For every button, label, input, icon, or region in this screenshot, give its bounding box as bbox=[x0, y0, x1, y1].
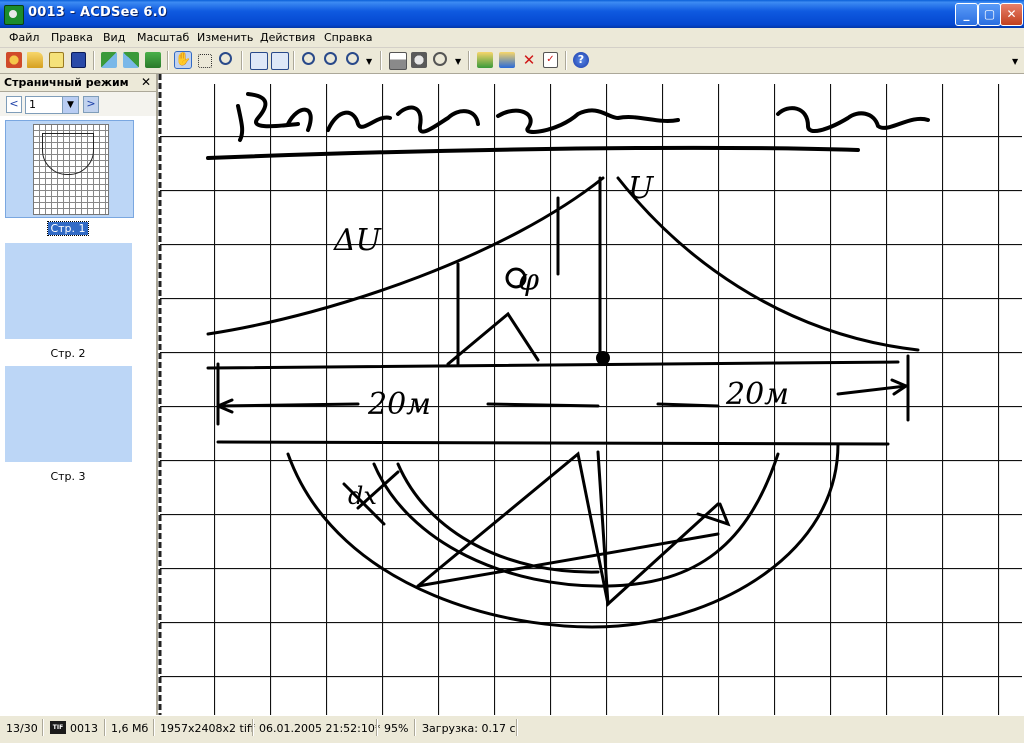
menu-file[interactable]: Файл bbox=[9, 31, 39, 44]
dx-label: dx bbox=[348, 482, 377, 510]
prev-image-icon[interactable] bbox=[101, 52, 117, 68]
rotate-left-icon[interactable] bbox=[250, 52, 268, 70]
zoom-dropdown-arrow-icon[interactable]: ▼ bbox=[366, 57, 372, 66]
toolbar: ✋ ▼ ▼ ✕ ✓ ? ▼ bbox=[0, 48, 1024, 74]
page-select-value: 1 bbox=[29, 98, 36, 111]
menu-zoom[interactable]: Масштаб bbox=[137, 31, 189, 44]
next-page-button[interactable]: > bbox=[83, 96, 99, 113]
toolbar-separator bbox=[565, 51, 567, 70]
status-datetime: 06.01.2005 21:52:10* bbox=[259, 722, 381, 735]
chevron-down-icon[interactable]: ▼ bbox=[62, 97, 78, 113]
wallpaper-dropdown-arrow-icon[interactable]: ▼ bbox=[455, 57, 461, 66]
open-folder-icon[interactable] bbox=[27, 52, 43, 68]
move-to-icon[interactable] bbox=[499, 52, 515, 68]
help-icon[interactable]: ? bbox=[573, 52, 589, 68]
hand-tool-icon[interactable]: ✋ bbox=[174, 51, 192, 69]
menu-view[interactable]: Вид bbox=[103, 31, 125, 44]
menu-actions[interactable]: Действия bbox=[260, 31, 315, 44]
zoom-tool-icon[interactable] bbox=[219, 52, 232, 65]
delta-u-label: ΔU bbox=[333, 223, 383, 258]
email-icon[interactable] bbox=[411, 52, 427, 68]
menu-modify[interactable]: Изменить bbox=[197, 31, 253, 44]
pane-close-icon[interactable]: ✕ bbox=[141, 75, 151, 89]
properties-icon[interactable]: ✓ bbox=[543, 52, 558, 68]
status-bar: 13/30 TIF 0013 1,6 Мб 1957x2408x2 tiff 0… bbox=[0, 715, 1024, 743]
toolbar-separator bbox=[380, 51, 382, 70]
tif-format-icon: TIF bbox=[50, 721, 66, 734]
acdsee-app-icon[interactable] bbox=[4, 5, 24, 25]
page-thumbnail-label[interactable]: Стр. 3 bbox=[0, 470, 136, 483]
toolbar-separator bbox=[93, 51, 95, 70]
pane-title: Страничный режим bbox=[4, 76, 129, 89]
image-index: 13/30 bbox=[6, 722, 38, 735]
distance-label-right: 20м bbox=[725, 377, 789, 412]
page-thumbnail-label[interactable]: Стр. 1 bbox=[0, 221, 136, 236]
status-separator bbox=[104, 719, 106, 736]
page-thumbnail-label[interactable]: Стр. 2 bbox=[0, 347, 136, 360]
status-zoom: 95% bbox=[384, 722, 409, 735]
page-thumbnail-2[interactable] bbox=[5, 243, 132, 339]
u-label: U bbox=[628, 171, 655, 206]
toolbar-overflow-arrow-icon[interactable]: ▼ bbox=[1012, 57, 1018, 66]
status-filename: 0013 bbox=[70, 722, 98, 735]
toolbar-separator bbox=[293, 51, 295, 70]
maximize-button[interactable]: ▢ bbox=[978, 3, 1001, 26]
delete-icon[interactable]: ✕ bbox=[521, 52, 537, 68]
page-thumbnail-1[interactable] bbox=[5, 120, 134, 218]
status-load-time: Загрузка: 0.17 с bbox=[422, 722, 516, 735]
pane-header: Страничный режим ✕ bbox=[0, 74, 156, 92]
page-select[interactable]: 1 ▼ bbox=[25, 96, 79, 114]
distance-label-left: 20м bbox=[367, 387, 431, 422]
title-bar: 0013 - ACDSee 6.0 _ ▢ ✕ bbox=[0, 0, 1024, 28]
image-viewer[interactable]: ΔU φ U 20м 20м dx bbox=[158, 74, 1024, 715]
scanned-page-image: ΔU φ U 20м 20м dx bbox=[158, 74, 1024, 715]
acquire-icon[interactable] bbox=[6, 52, 22, 68]
rotate-right-icon[interactable] bbox=[271, 52, 289, 70]
toolbar-separator bbox=[167, 51, 169, 70]
menu-edit[interactable]: Правка bbox=[51, 31, 93, 44]
prev-page-button[interactable]: < bbox=[6, 96, 22, 113]
status-separator bbox=[516, 719, 518, 736]
toolbar-separator bbox=[468, 51, 470, 70]
window-title: 0013 - ACDSee 6.0 bbox=[28, 5, 167, 20]
status-dimensions: 1957x2408x2 tiff bbox=[160, 722, 255, 735]
slideshow-icon[interactable] bbox=[145, 52, 161, 68]
zoom-menu-icon[interactable] bbox=[346, 52, 359, 65]
minimize-button[interactable]: _ bbox=[955, 3, 978, 26]
copy-to-icon[interactable] bbox=[477, 52, 493, 68]
print-icon[interactable] bbox=[389, 52, 407, 70]
zoom-in-icon[interactable] bbox=[302, 52, 315, 65]
page-label-1: Стр. 1 bbox=[47, 221, 89, 236]
page-thumbnail-image bbox=[33, 124, 109, 215]
menu-help[interactable]: Справка bbox=[324, 31, 372, 44]
status-file-size: 1,6 Мб bbox=[111, 722, 149, 735]
zoom-out-icon[interactable] bbox=[324, 52, 337, 65]
select-tool-icon[interactable] bbox=[198, 54, 212, 68]
wallpaper-icon[interactable] bbox=[433, 52, 447, 66]
next-image-icon[interactable] bbox=[123, 52, 139, 68]
page-thumbnail-3[interactable] bbox=[5, 366, 132, 462]
toolbar-separator bbox=[241, 51, 243, 70]
status-separator bbox=[252, 719, 254, 736]
phi-label: φ bbox=[518, 263, 539, 298]
page-navigator: < 1 ▼ > bbox=[0, 92, 156, 116]
close-button[interactable]: ✕ bbox=[1000, 3, 1023, 26]
page-mode-pane: Страничный режим ✕ < 1 ▼ > Стр. 1 Стр. 2… bbox=[0, 74, 158, 715]
status-separator bbox=[42, 719, 44, 736]
status-separator bbox=[153, 719, 155, 736]
menu-bar: Файл Правка Вид Масштаб Изменить Действи… bbox=[0, 28, 1024, 48]
status-separator bbox=[376, 719, 378, 736]
save-icon[interactable] bbox=[71, 52, 86, 68]
status-separator bbox=[414, 719, 416, 736]
open-file-icon[interactable] bbox=[49, 52, 64, 68]
